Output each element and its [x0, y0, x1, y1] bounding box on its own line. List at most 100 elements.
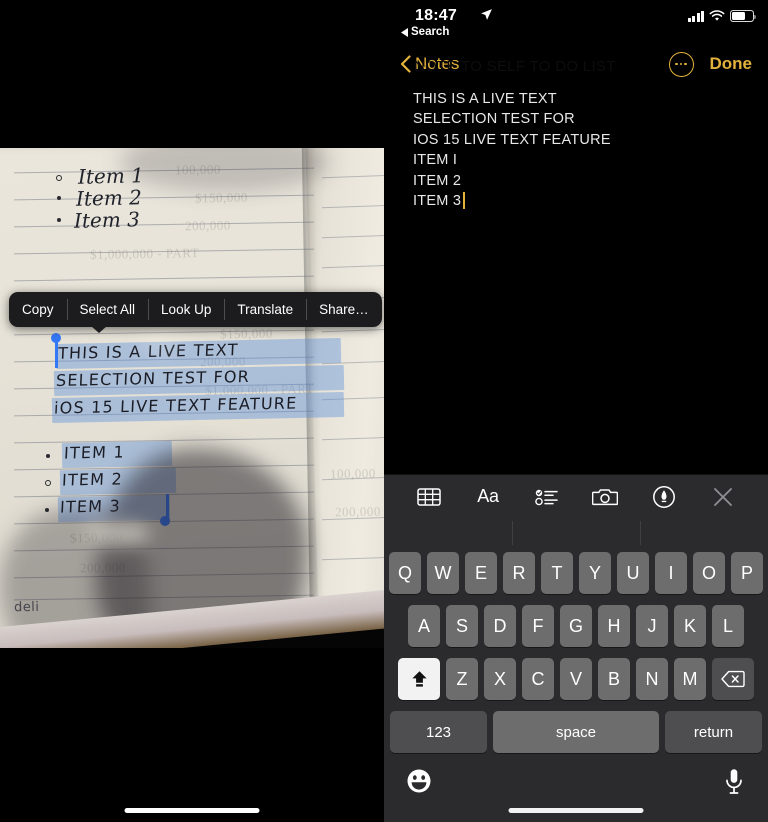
wifi-icon: [709, 10, 725, 21]
handwritten-item: ITEM 1: [63, 442, 126, 463]
context-menu-item-look-up[interactable]: Look Up: [148, 292, 224, 327]
key-o[interactable]: O: [693, 552, 725, 594]
backspace-key[interactable]: [712, 658, 754, 700]
cursive-item: Item 3: [73, 207, 141, 233]
handwritten-item: ITEM 3: [59, 496, 122, 517]
home-indicator[interactable]: [508, 808, 644, 813]
key-l[interactable]: L: [712, 605, 744, 647]
checklist-icon[interactable]: [530, 482, 564, 512]
key-e[interactable]: E: [465, 552, 497, 594]
nav-back-label: Notes: [415, 54, 460, 73]
space-key[interactable]: space: [493, 711, 659, 753]
keyboard-row-4: 123 space return: [387, 711, 765, 753]
note-line: SELECTION TEST FOR: [413, 111, 575, 128]
home-indicator[interactable]: [124, 808, 260, 813]
note-line: ITEM 3: [413, 191, 466, 211]
nav-back-button[interactable]: Notes: [400, 54, 459, 74]
text-selection-context-menu[interactable]: Copy Select All Look Up Translate Share…: [9, 292, 382, 327]
key-i[interactable]: I: [655, 552, 687, 594]
screenshot-root: 100,000 $150,000 200,000 $1,000,000 - PA…: [0, 0, 768, 822]
shift-key[interactable]: [398, 658, 440, 700]
location-arrow-icon: [480, 8, 493, 21]
predictive-divider: [512, 521, 513, 545]
key-r[interactable]: R: [503, 552, 535, 594]
context-menu-item-share[interactable]: Share…: [306, 292, 382, 327]
selection-start-handle[interactable]: [51, 333, 61, 343]
keyboard-row-1: Q W E R T Y U I O P: [387, 552, 765, 594]
list-bullet: [46, 454, 50, 458]
emoji-smiley-icon[interactable]: [406, 768, 432, 794]
key-c[interactable]: C: [522, 658, 554, 700]
back-triangle-icon: [401, 27, 408, 37]
notes-app-panel: 18:47 Search Notes Done NOTE TO SELF TO …: [384, 0, 768, 822]
chevron-left-icon: [400, 55, 411, 73]
context-menu-item-copy[interactable]: Copy: [9, 292, 67, 327]
list-bullet: [57, 196, 61, 200]
note-line: ITEM I: [413, 152, 458, 169]
note-text-area[interactable]: THIS IS A LIVE TEXT SELECTION TEST FOR I…: [384, 82, 768, 462]
status-back-to-search[interactable]: Search: [401, 26, 449, 38]
context-menu-item-translate[interactable]: Translate: [224, 292, 306, 327]
keyboard-row-3: Z X C V B N M: [387, 658, 765, 700]
markup-pen-icon[interactable]: [647, 482, 681, 512]
status-bar: 18:47 Search: [384, 0, 768, 46]
key-j[interactable]: J: [636, 605, 668, 647]
live-text-photo-panel: 100,000 $150,000 200,000 $1,000,000 - PA…: [0, 0, 384, 822]
text-format-aa-icon[interactable]: Aa: [471, 482, 505, 512]
selection-end-handle[interactable]: [160, 516, 170, 526]
key-g[interactable]: G: [560, 605, 592, 647]
return-key[interactable]: return: [665, 711, 762, 753]
close-icon[interactable]: [706, 482, 740, 512]
nav-bar: Notes Done: [384, 46, 768, 82]
notebook-brand-logo: deli: [13, 599, 40, 616]
context-menu-item-select-all[interactable]: Select All: [66, 292, 149, 327]
selection-start-bar[interactable]: [55, 340, 58, 368]
notes-keyboard-toolbar: Aa: [384, 474, 768, 518]
key-p[interactable]: P: [731, 552, 763, 594]
status-time: 18:47: [415, 7, 457, 24]
handwritten-item: ITEM 2: [61, 469, 124, 490]
key-f[interactable]: F: [522, 605, 554, 647]
key-x[interactable]: X: [484, 658, 516, 700]
key-d[interactable]: D: [484, 605, 516, 647]
key-q[interactable]: Q: [389, 552, 421, 594]
list-bullet: [45, 480, 51, 486]
microphone-icon[interactable]: [724, 768, 746, 796]
key-t[interactable]: T: [541, 552, 573, 594]
done-button[interactable]: Done: [710, 54, 753, 74]
key-n[interactable]: N: [636, 658, 668, 700]
cellular-signal-icon: [687, 10, 704, 22]
status-back-label: Search: [411, 26, 450, 38]
note-line: IOS 15 LIVE TEXT FEATURE: [413, 131, 611, 148]
predictive-divider: [640, 521, 641, 545]
photo-viewer[interactable]: 100,000 $150,000 200,000 $1,000,000 - PA…: [0, 148, 384, 648]
key-u[interactable]: U: [617, 552, 649, 594]
note-line: THIS IS A LIVE TEXT: [413, 91, 557, 107]
context-menu-pointer: [91, 326, 107, 333]
keyboard-row-2: A S D F G H J K L: [387, 605, 765, 647]
table-icon[interactable]: [412, 482, 446, 512]
key-m[interactable]: M: [674, 658, 706, 700]
list-bullet: [45, 508, 49, 512]
key-b[interactable]: B: [598, 658, 630, 700]
key-w[interactable]: W: [427, 552, 459, 594]
list-bullet: [57, 218, 61, 222]
key-z[interactable]: Z: [446, 658, 478, 700]
key-v[interactable]: V: [560, 658, 592, 700]
battery-icon: [730, 10, 757, 22]
on-screen-keyboard[interactable]: Q W E R T Y U I O P A S D F G H J K L Z …: [384, 548, 768, 822]
key-k[interactable]: K: [674, 605, 706, 647]
key-a[interactable]: A: [408, 605, 440, 647]
camera-icon[interactable]: [588, 482, 622, 512]
key-s[interactable]: S: [446, 605, 478, 647]
more-ellipsis-circle-icon[interactable]: [668, 51, 694, 77]
predictive-text-bar[interactable]: [384, 518, 768, 548]
status-indicators: [687, 10, 757, 22]
numbers-key[interactable]: 123: [390, 711, 487, 753]
handwritten-line: THIS IS A LIVE TEXT: [57, 340, 240, 363]
key-y[interactable]: Y: [579, 552, 611, 594]
list-bullet: [56, 175, 62, 181]
key-h[interactable]: H: [598, 605, 630, 647]
nav-actions: Done: [668, 51, 753, 77]
note-line: ITEM 2: [413, 172, 462, 189]
